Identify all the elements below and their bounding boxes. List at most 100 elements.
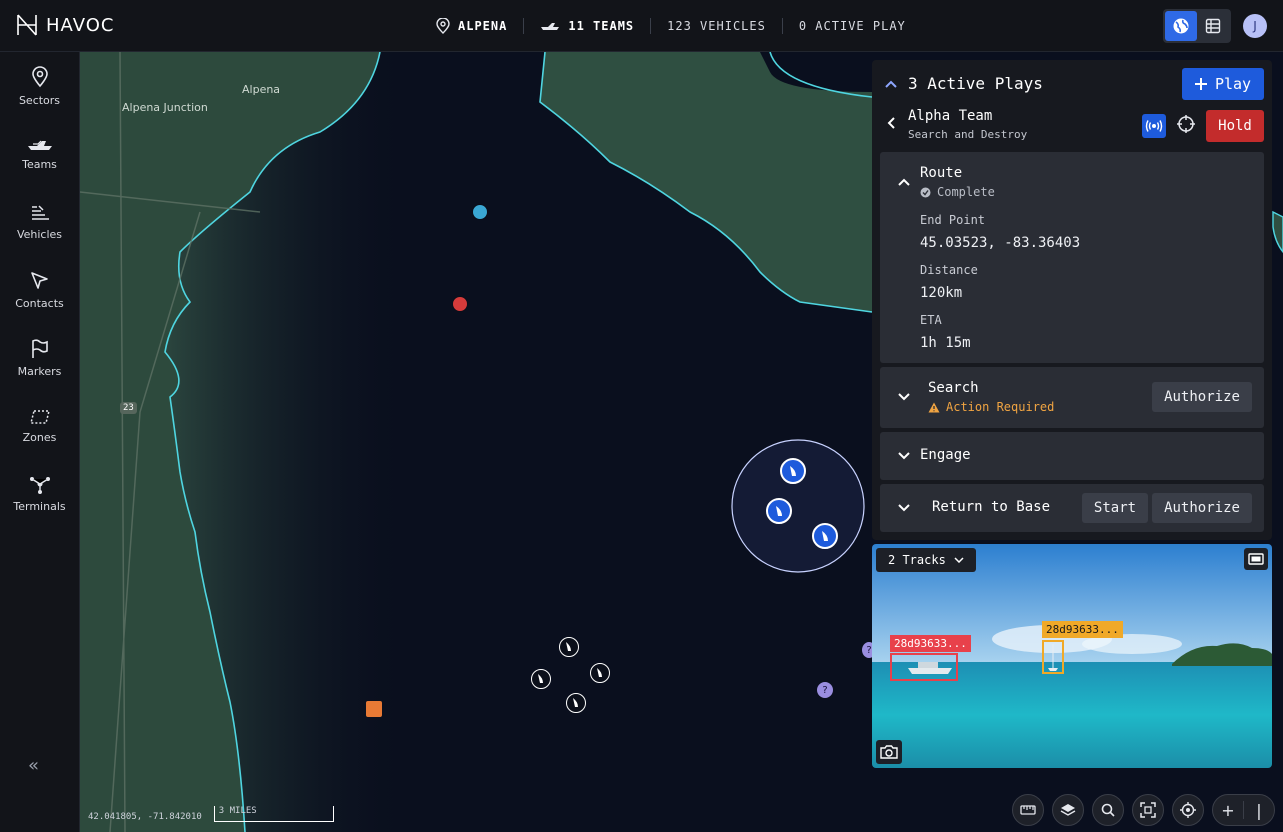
zone-icon [29, 409, 50, 424]
hold-button[interactable]: Hold [1206, 110, 1264, 142]
zoom-in-button[interactable]: + [1213, 795, 1243, 825]
detection-box[interactable] [890, 653, 958, 681]
vehicle-icon[interactable] [812, 523, 838, 549]
boat-icon [566, 642, 571, 651]
route-title: Route [920, 165, 963, 181]
tracks-dropdown[interactable]: 2 Tracks [876, 548, 976, 572]
team-row: Alpha Team Search and Destroy Hold [886, 108, 1266, 148]
fit-view-button[interactable] [1132, 794, 1164, 826]
tracks-label: 2 Tracks [888, 553, 946, 567]
cursor-icon [30, 271, 48, 289]
eta-value: 1h 15m [920, 335, 971, 351]
contact-marker-blue[interactable] [472, 204, 488, 220]
screenshot-button[interactable] [876, 740, 902, 764]
sidebar-item-label: Sectors [18, 93, 61, 107]
sidebar-item-sectors[interactable]: Sectors [0, 52, 79, 120]
detection-box[interactable] [1042, 640, 1064, 674]
chevron-up-icon [885, 80, 897, 88]
zoom-out-button[interactable]: | [1244, 795, 1274, 825]
pin-icon [31, 65, 48, 87]
teams-label: 11 TEAMS [568, 19, 635, 33]
layers-button[interactable] [1052, 794, 1084, 826]
active-play-count[interactable]: 0 ACTIVE PLAY [783, 19, 922, 33]
collapse-sidebar-button[interactable]: « [28, 755, 39, 776]
sidebar-item-terminals[interactable]: Terminals [0, 460, 79, 528]
measure-button[interactable] [1012, 794, 1044, 826]
engage-step-card[interactable]: Engage [880, 432, 1264, 480]
sidebar-item-contacts[interactable]: Contacts [0, 256, 79, 324]
sidebar-item-label: Markers [17, 364, 62, 378]
sidebar-item-teams[interactable]: Teams [0, 120, 79, 188]
globe-view-button[interactable] [1165, 11, 1197, 41]
vehicle-icon[interactable] [531, 669, 551, 689]
warning-icon [928, 402, 940, 412]
chevron-down-icon[interactable] [898, 393, 910, 401]
search-status-text: Action Required [946, 400, 1055, 414]
sidebar-item-zones[interactable]: Zones [0, 392, 79, 460]
play-button-label: Play [1214, 75, 1252, 93]
end-point-value: 45.03523, -83.36403 [920, 235, 1081, 251]
vehicle-icon[interactable] [780, 458, 806, 484]
locate-button[interactable] [1172, 794, 1204, 826]
sidebar: Sectors Teams Vehicles Contacts Markers … [0, 52, 80, 832]
table-icon [1205, 18, 1221, 34]
panel-header[interactable]: 3 Active Plays [884, 74, 1043, 93]
vehicle-icon[interactable] [559, 637, 579, 657]
fullscreen-icon [1140, 802, 1156, 818]
view-toggle [1163, 9, 1231, 43]
chevron-down-icon[interactable] [898, 452, 910, 460]
route-step-card: Route Complete End Point 45.03523, -83.3… [880, 152, 1264, 363]
detection-label[interactable]: 28d93633... [890, 635, 971, 652]
top-bar: HAVOC ALPENA 11 TEAMS 123 VEHICLES 0 ACT… [0, 0, 1283, 52]
chevron-up-icon[interactable] [898, 178, 910, 186]
avatar[interactable]: J [1243, 14, 1267, 38]
crosshair-icon[interactable] [1176, 114, 1196, 134]
boat-icon [573, 698, 578, 707]
chevron-left-icon[interactable] [886, 116, 896, 130]
route-status-text: Complete [937, 185, 995, 199]
distance-value: 120km [920, 285, 963, 301]
search-button[interactable] [1092, 794, 1124, 826]
search-authorize-button[interactable]: Authorize [1152, 382, 1252, 412]
route-shield: 23 [120, 402, 137, 414]
vehicle-icon[interactable] [590, 663, 610, 683]
contact-marker-red[interactable] [452, 296, 468, 312]
sidebar-item-vehicles[interactable]: Vehicles [0, 188, 79, 256]
chevron-down-icon [954, 557, 964, 563]
rtb-authorize-button[interactable]: Authorize [1152, 493, 1252, 523]
boat-icon [597, 668, 602, 677]
vehicles-count[interactable]: 123 VEHICLES [651, 19, 782, 33]
team-mission: Search and Destroy [908, 128, 1028, 141]
search-status: Action Required [928, 400, 1054, 414]
vehicle-icon[interactable] [766, 498, 792, 524]
marker-orange-square[interactable] [366, 701, 382, 717]
detection-label[interactable]: 28d93633... [1042, 621, 1123, 638]
add-play-button[interactable]: Play [1182, 68, 1264, 100]
active-plays-title: 3 Active Plays [908, 74, 1043, 93]
plus-icon [1194, 78, 1207, 90]
search-title: Search [928, 380, 979, 396]
globe-icon [1173, 18, 1189, 34]
picture-in-picture-button[interactable] [1244, 548, 1268, 570]
zoom-controls: + | [1212, 794, 1275, 826]
video-feed[interactable]: 28d93633... 28d93633... 2 Tracks [872, 544, 1272, 768]
route-status: Complete [920, 185, 995, 199]
engage-title: Engage [920, 447, 971, 463]
distance-label: Distance [920, 263, 978, 277]
teams-count[interactable]: 11 TEAMS [524, 19, 650, 33]
rtb-title: Return to Base [932, 499, 1051, 515]
sidebar-item-label: Terminals [13, 499, 66, 513]
table-view-button[interactable] [1197, 11, 1229, 41]
rtb-start-button[interactable]: Start [1082, 493, 1148, 523]
pip-icon [1248, 553, 1264, 565]
network-icon [29, 476, 50, 494]
chevron-down-icon[interactable] [898, 504, 910, 512]
vehicle-icon[interactable] [566, 693, 586, 713]
sidebar-item-label: Contacts [15, 296, 64, 310]
location-indicator[interactable]: ALPENA [420, 18, 523, 34]
unknown-contact-icon[interactable]: ? [817, 682, 833, 698]
broadcast-button[interactable] [1142, 114, 1166, 138]
sidebar-item-markers[interactable]: Markers [0, 324, 79, 392]
vehicles-icon [31, 204, 49, 220]
cursor-coordinates: 42.041805, -71.842010 [88, 812, 202, 822]
